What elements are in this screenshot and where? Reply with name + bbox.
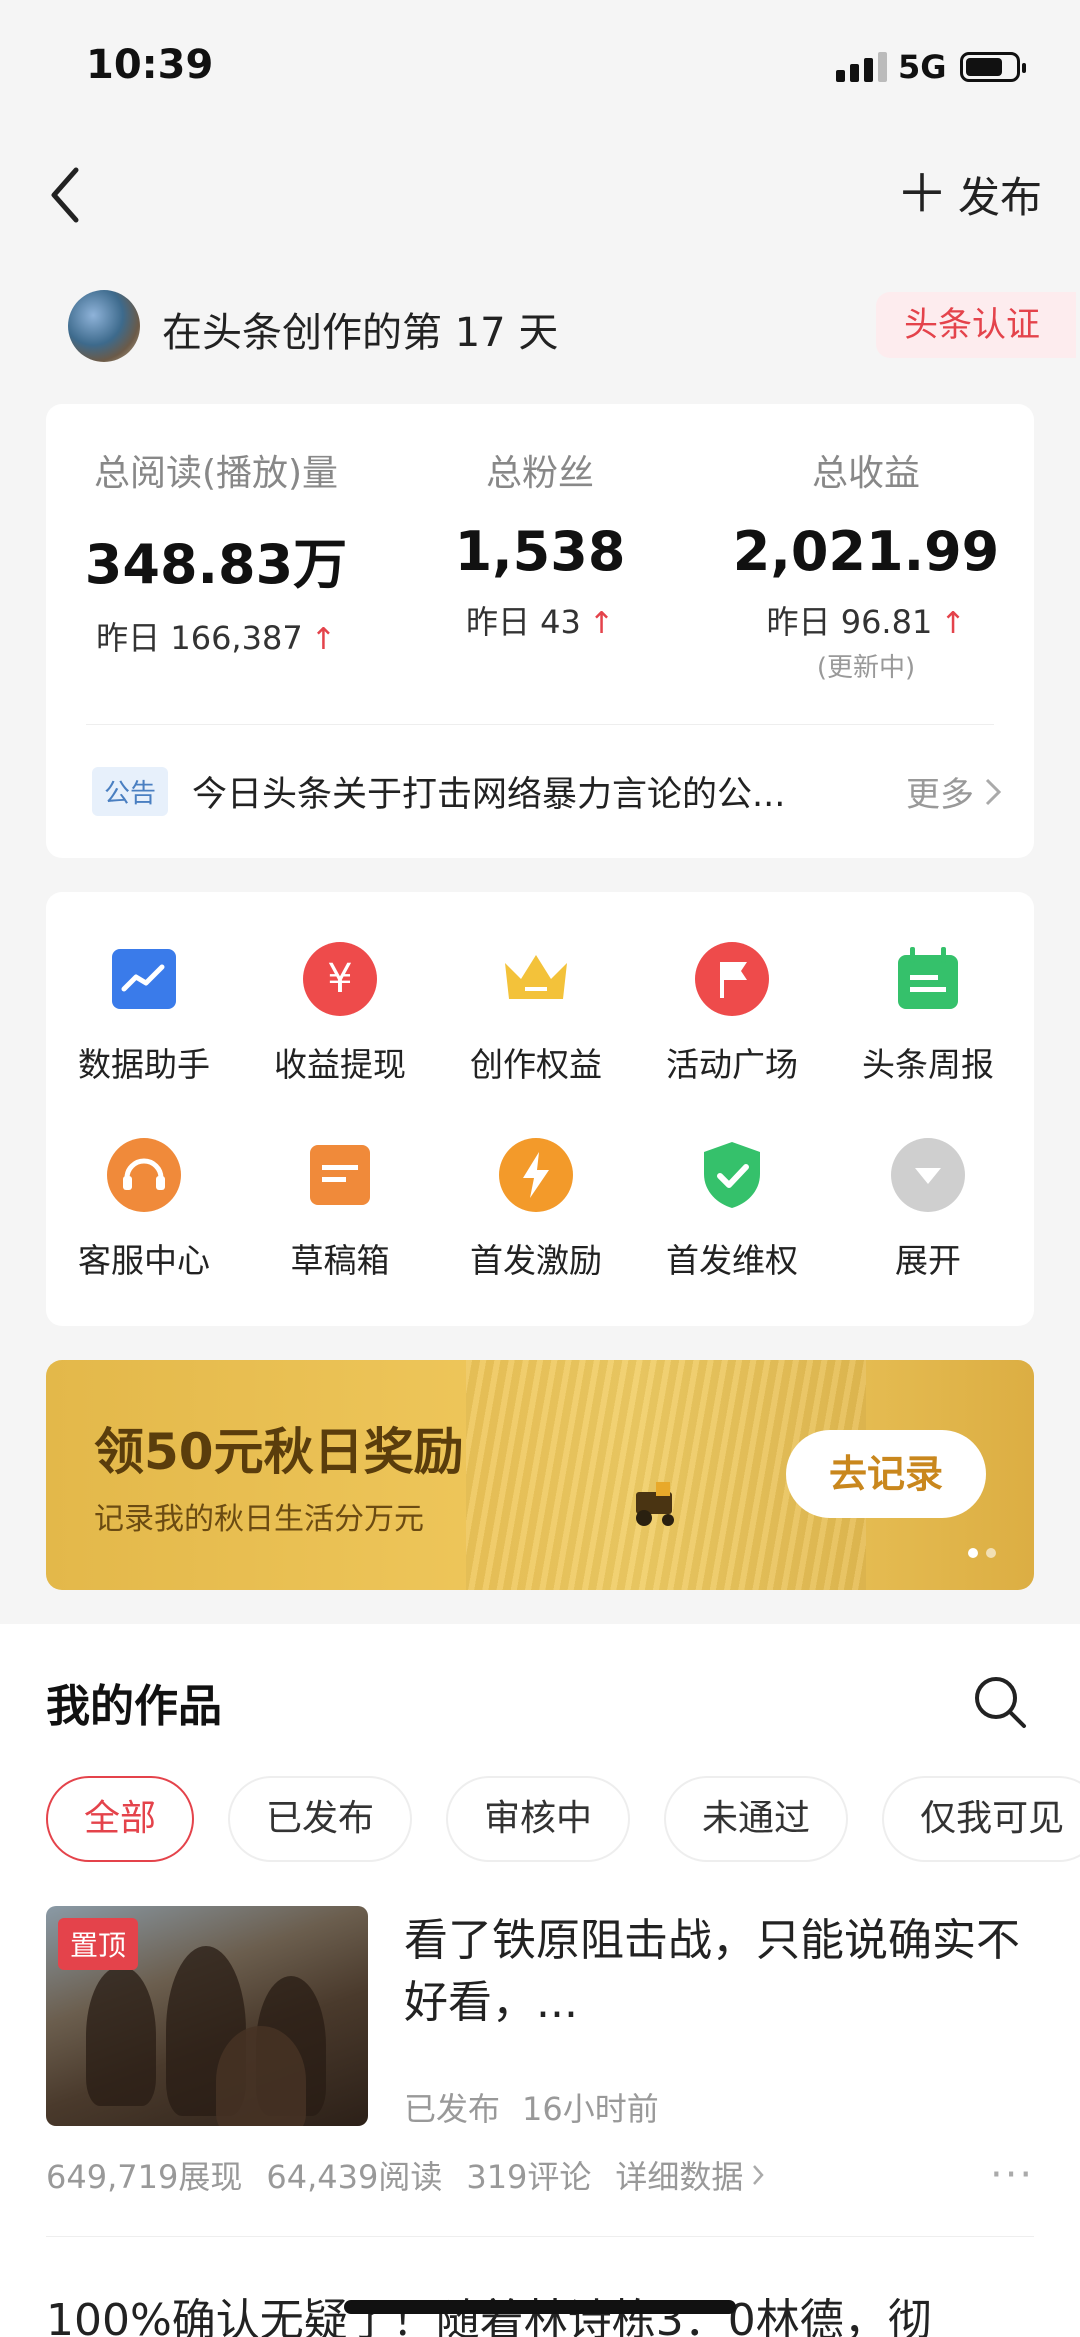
article-thumbnail[interactable]: 置顶	[46, 1906, 368, 2126]
tool-label: 收益提现	[274, 1045, 406, 1084]
avatar[interactable]	[68, 290, 140, 362]
section-title: 我的作品	[46, 1681, 222, 1732]
tool-data-assistant[interactable]: 数据助手	[46, 942, 242, 1086]
article-time: 16小时前	[522, 2090, 659, 2128]
tab-private[interactable]: 仅我可见	[882, 1776, 1080, 1862]
publish-button[interactable]: ＋ 发布	[896, 164, 1042, 225]
up-arrow-icon: ↑	[940, 606, 966, 641]
tool-weekly-report[interactable]: 头条周报	[830, 942, 1026, 1086]
stat-total-earnings[interactable]: 总收益 2,021.99 昨日 96.81 ↑ (更新中)	[706, 444, 1026, 684]
creation-days-text: 在头条创作的第 17 天	[162, 310, 559, 356]
crown-icon	[499, 942, 573, 1016]
stat-yesterday: 昨日 43 ↑	[465, 603, 615, 641]
stat-value: 2,021.99	[732, 520, 1000, 583]
tool-label: 头条周报	[862, 1045, 994, 1084]
battery-icon	[960, 52, 1026, 82]
up-arrow-icon: ↑	[310, 622, 336, 657]
chevron-right-icon	[985, 778, 1002, 805]
signal-icon	[836, 52, 887, 82]
back-button[interactable]	[44, 160, 94, 230]
tool-first-publish-protection[interactable]: 首发维权	[634, 1138, 830, 1282]
svg-text:¥: ¥	[327, 956, 352, 1002]
stat-value: 1,538	[454, 520, 626, 583]
stat-total-fans[interactable]: 总粉丝 1,538 昨日 43 ↑	[390, 444, 690, 643]
tool-activity-square[interactable]: 活动广场	[634, 942, 830, 1086]
article-meta: 已发布 16小时前	[404, 2084, 659, 2130]
works-filter-tabs: 全部 已发布 审核中 未通过 仅我可见	[46, 1776, 1080, 1862]
banner-record-button[interactable]: 去记录	[786, 1430, 986, 1518]
home-indicator[interactable]	[344, 2300, 736, 2314]
tool-label: 草稿箱	[290, 1241, 390, 1280]
tool-drafts[interactable]: 草稿箱	[242, 1138, 438, 1282]
stat-updating-note: (更新中)	[816, 653, 916, 683]
stat-yesterday: 昨日 166,387 ↑	[96, 619, 336, 657]
stat-label: 总粉丝	[485, 453, 594, 494]
notice-text: 今日头条关于打击网络暴力言论的公...	[192, 775, 786, 815]
flag-icon	[695, 942, 769, 1016]
publish-label: 发布	[958, 173, 1043, 222]
tool-label: 首发维权	[666, 1241, 798, 1280]
tool-customer-service[interactable]: 客服中心	[46, 1138, 242, 1282]
tool-label: 首发激励	[470, 1241, 602, 1280]
tool-withdraw[interactable]: ¥ 收益提现	[242, 942, 438, 1086]
divider	[86, 724, 994, 725]
banner-pagination	[968, 1548, 996, 1558]
draft-icon	[303, 1138, 377, 1212]
stat-label: 总阅读(播放)量	[93, 453, 339, 494]
stat-label: 总收益	[811, 453, 920, 494]
tool-label: 活动广场	[666, 1045, 798, 1084]
chevron-left-icon	[51, 167, 79, 223]
more-options-icon[interactable]: ···	[990, 2152, 1034, 2198]
search-icon	[975, 1677, 1026, 1728]
notice-more-link[interactable]: 更多	[906, 767, 1002, 816]
article-title[interactable]: 看了铁原阻击战，只能说确实不好看，...	[404, 1910, 1024, 2034]
promo-banner[interactable]: 领50元秋日奖励 记录我的秋日生活分万元 去记录	[46, 1360, 1034, 1590]
notice-tag: 公告	[92, 767, 169, 816]
article-stats: 649,719展现 64,439阅读 319评论 详细数据	[46, 2152, 765, 2198]
stat-yesterday: 昨日 96.81 ↑	[766, 603, 966, 641]
banner-title: 领50元秋日奖励	[94, 1423, 464, 1481]
stats-card: 总阅读(播放)量 348.83万 昨日 166,387 ↑ 总粉丝 1,538 昨…	[46, 404, 1034, 858]
up-arrow-icon: ↑	[588, 606, 615, 641]
article-comments: 319评论	[466, 2158, 592, 2196]
pinned-badge: 置顶	[58, 1918, 139, 1970]
certify-button[interactable]: 头条认证	[876, 292, 1076, 358]
chart-icon	[107, 942, 181, 1016]
tools-grid: 数据助手 ¥ 收益提现 创作权益 活动广场 头条周报 客服中心 草稿箱 首发激励…	[46, 892, 1034, 1326]
stat-total-reads[interactable]: 总阅读(播放)量 348.83万 昨日 166,387 ↑	[56, 444, 376, 659]
status-time: 10:39	[86, 42, 214, 88]
tool-label: 展开	[895, 1241, 961, 1280]
tool-expand[interactable]: 展开	[830, 1138, 1026, 1282]
headset-icon	[107, 1138, 181, 1212]
status-bar: 10:39 5G	[0, 0, 1080, 130]
banner-subtitle: 记录我的秋日生活分万元	[94, 1502, 424, 1537]
tool-first-publish-incentive[interactable]: 首发激励	[438, 1138, 634, 1282]
article-impressions: 649,719展现	[46, 2158, 243, 2196]
shield-icon	[695, 1138, 769, 1212]
lightning-icon	[499, 1138, 573, 1212]
plus-icon: ＋	[896, 164, 949, 225]
stat-value: 348.83万	[84, 533, 348, 596]
tab-published[interactable]: 已发布	[228, 1776, 413, 1862]
network-label: 5G	[898, 48, 947, 86]
harvester-image	[636, 1482, 674, 1526]
tab-reviewing[interactable]: 审核中	[446, 1776, 631, 1862]
tab-rejected[interactable]: 未通过	[664, 1776, 849, 1862]
calendar-icon	[891, 942, 965, 1016]
tab-all[interactable]: 全部	[46, 1776, 195, 1862]
tool-label: 数据助手	[78, 1045, 210, 1084]
article-reads: 64,439阅读	[266, 2158, 443, 2196]
expand-icon	[891, 1138, 965, 1212]
notice-row[interactable]: 公告 今日头条关于打击网络暴力言论的公... 更多	[92, 766, 1002, 817]
article-status: 已发布	[404, 2090, 501, 2128]
article-details-link[interactable]: 详细数据	[615, 2152, 765, 2198]
yuan-icon: ¥	[303, 942, 377, 1016]
my-works-section: 我的作品 全部 已发布 审核中 未通过 仅我可见 置顶 看了铁原阻击战，只能说确…	[0, 1624, 1080, 2337]
search-button[interactable]	[972, 1674, 1028, 1730]
divider	[46, 2236, 1034, 2237]
tool-label: 客服中心	[78, 1241, 210, 1280]
tool-label: 创作权益	[470, 1045, 602, 1084]
tool-creator-rights[interactable]: 创作权益	[438, 942, 634, 1086]
chevron-right-icon	[753, 2165, 765, 2185]
